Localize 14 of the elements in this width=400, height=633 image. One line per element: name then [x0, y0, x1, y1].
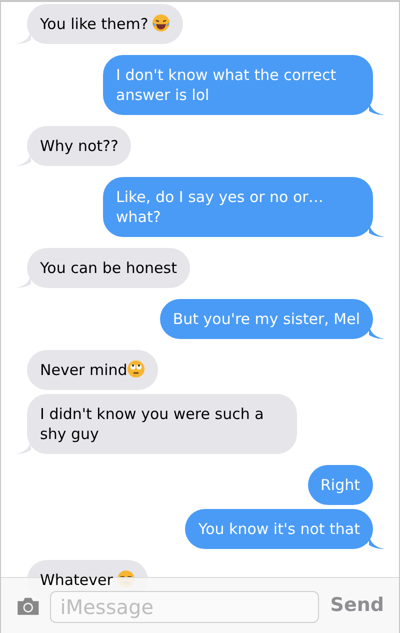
message-bubble: Like, do I say yes or no or… what?	[103, 177, 373, 237]
message-bubble: Why not??	[27, 126, 132, 166]
send-button[interactable]: Send	[330, 591, 384, 620]
message-bubble: You can be honest	[27, 248, 190, 288]
message-bubble: You know it's not that	[185, 509, 373, 549]
message-bubble: I didn't know you were such a shy guy	[27, 394, 297, 454]
laughing-face-icon	[152, 14, 170, 32]
message-bubble: You like them?	[27, 4, 184, 44]
message-bubble: Never mind	[27, 350, 158, 390]
message-input[interactable]: iMessage	[50, 590, 320, 622]
message-bubble: Right	[308, 465, 373, 505]
message-bubble: I don't know what the correct answer is lol	[103, 55, 373, 115]
eye-roll-face-icon	[127, 360, 146, 378]
message-bubble: But you're my sister, Mel	[160, 299, 373, 339]
